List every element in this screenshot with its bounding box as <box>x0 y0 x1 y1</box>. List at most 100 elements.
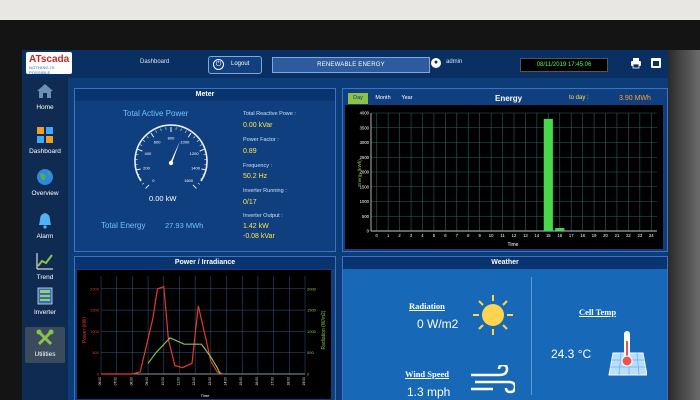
atscada-logo: ATscada NOTHING IS POSSIBLE <box>26 52 72 75</box>
gauge-tick <box>180 128 182 132</box>
power-icon: ⏻ <box>213 59 224 70</box>
x-tick-label: 16 <box>557 233 562 238</box>
x-tick-label: 11:00 <box>176 377 180 385</box>
reactive-power-value: 0.00 kVar <box>243 122 273 129</box>
logo-text: ATscada <box>29 54 70 65</box>
x-tick-label: 09:00 <box>145 377 149 386</box>
cell-temp-label: Cell Temp <box>579 307 617 317</box>
gauge-tick-label: 800 <box>168 136 175 141</box>
energy-bar <box>555 228 565 231</box>
inverter-running-label: Inverter Running : <box>243 188 287 194</box>
left-y-tick-label: 2000 <box>90 286 100 291</box>
page-title: RENEWABLE ENERGY <box>272 57 430 73</box>
today-value: 3.90 MWh <box>619 95 651 102</box>
logout-button[interactable]: ⏻ Logout <box>208 56 262 74</box>
reactive-power-label: Total Reactive Powe : <box>243 111 296 117</box>
x-tick-label: 20 <box>603 233 608 238</box>
energy-y-axis-label: Energy (kWh) <box>357 159 362 187</box>
y-tick-label: 500 <box>362 214 370 219</box>
x-tick-label: 12 <box>512 233 517 238</box>
energy-title: Energy <box>495 94 523 103</box>
hmi-screen: ATscada NOTHING IS POSSIBLE Dashboard ⏻ … <box>22 50 670 400</box>
gauge-tick <box>193 136 196 139</box>
power-irradiance-chart: 0500100015002000 0500100015002000 06:00 0… <box>77 270 331 399</box>
sun-icon <box>473 295 513 335</box>
right-y-tick-label: 2000 <box>307 286 317 291</box>
panel-title: Weather <box>343 257 667 269</box>
gauge-tick-label: 1400 <box>191 165 201 170</box>
bell-icon <box>39 213 51 229</box>
radiation-label: Radiation <box>409 301 445 311</box>
x-tick-label: 07:00 <box>114 377 118 386</box>
dashboard-link[interactable]: Dashboard <box>140 59 169 65</box>
gauge-tick <box>141 182 145 185</box>
weather-panel: Weather Radiation 0 W/m2 Wind Speed 1.3 … <box>342 256 668 400</box>
x-tick-label: 14 <box>535 233 540 238</box>
gauge-tick <box>199 148 205 152</box>
gauge-tick <box>155 130 157 133</box>
gauge-tick-label: 1000 <box>180 140 190 145</box>
gauge-tick <box>199 144 203 147</box>
gauge-tick <box>196 139 200 142</box>
gauge-tick <box>150 132 155 138</box>
frequency-value: 50.2 Hz <box>243 173 268 180</box>
right-y-tick-label: 500 <box>307 350 314 355</box>
inverter-output-reactive: -0.08 kVar <box>243 233 275 240</box>
x-tick-label: 10 <box>489 233 494 238</box>
sidebar-item-label: Trend <box>36 274 54 281</box>
gauge-tick <box>139 144 143 147</box>
sidebar-item-overview[interactable]: Overview <box>25 166 65 202</box>
energy-bar-chart: 05001000150020002500300035004000 0123456… <box>345 105 663 249</box>
sidebar-nav: Home Dashboard Overview Alarm Trend Inve… <box>22 78 68 400</box>
active-power-value: 0.00 kW <box>149 194 177 203</box>
power-factor-label: Power Factor : <box>243 137 279 143</box>
inverter-output-power: 1.42 kW <box>243 223 269 230</box>
tab-month[interactable]: Month <box>371 93 395 104</box>
x-tick-label: 08:00 <box>129 377 133 386</box>
x-tick-label: 13:00 <box>208 377 212 386</box>
sidebar-item-dashboard[interactable]: Dashboard <box>25 124 65 160</box>
tab-day[interactable]: Day <box>348 93 368 104</box>
gauge-tick <box>142 139 146 142</box>
user-icon: ● <box>431 58 441 68</box>
gauge-tick <box>197 182 201 185</box>
power-irradiance-panel: Power / Irradiance 0 500 1000 1500 2000 0 500… <box>74 256 336 400</box>
x-tick-label: 17 <box>569 233 574 238</box>
y-tick-label: 4000 <box>360 111 370 116</box>
x-tick-label: 19 <box>592 233 597 238</box>
frequency-label: Frequency : <box>243 163 273 169</box>
x-tick-label: 17:00 <box>271 377 275 386</box>
x-tick-label: 16:00 <box>255 377 259 386</box>
gauge-tick-label: 600 <box>154 140 161 145</box>
tab-year[interactable]: Year <box>397 93 417 104</box>
gauge-tick <box>136 153 139 156</box>
gauge-tick <box>203 153 206 156</box>
trend-chart-icon <box>36 253 53 270</box>
username: admin <box>446 59 463 65</box>
y-tick-label: 3000 <box>360 140 370 145</box>
sidebar-item-label: Home <box>36 104 54 111</box>
energy-panel: Day Month Year Energy to day : 3.90 MWh … <box>342 88 668 252</box>
energy-bar <box>543 118 553 231</box>
cell-temp-value: 24.3 °C <box>551 347 592 361</box>
sidebar-item-inverter[interactable]: Inverter <box>25 285 65 321</box>
gauge-tick <box>187 132 192 138</box>
energy-x-axis-label: Time <box>508 242 519 248</box>
gauge-tick-label: 1200 <box>190 151 200 156</box>
sidebar-item-label: Dashboard <box>29 148 61 155</box>
y-tick-label: 3500 <box>360 125 370 130</box>
sidebar-item-home[interactable]: Home <box>25 80 65 116</box>
active-power-label: Total Active Power <box>123 109 189 118</box>
y-tick-label: 2500 <box>360 155 370 160</box>
power-y-axis-label: Power (kW) <box>82 317 88 343</box>
sidebar-item-alarm[interactable]: Alarm <box>25 209 65 245</box>
sidebar-item-utilities[interactable]: Utilities <box>25 327 65 363</box>
printer-icon[interactable] <box>630 57 642 69</box>
x-tick-label: 12:00 <box>192 377 196 386</box>
solar-panel-thermometer-icon <box>608 331 647 376</box>
right-y-tick-label: 1000 <box>307 329 317 334</box>
sidebar-item-trend[interactable]: Trend <box>25 250 65 286</box>
x-tick-label: 21 <box>615 233 620 238</box>
exit-icon[interactable] <box>650 57 662 69</box>
inverter-icon <box>37 287 53 305</box>
